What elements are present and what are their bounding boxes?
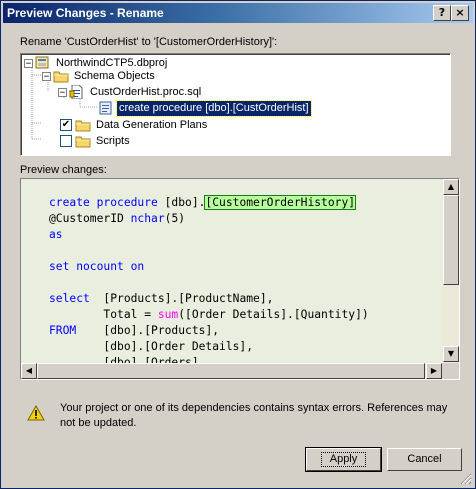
warning-icon (27, 405, 45, 421)
resize-grip-icon[interactable] (460, 473, 472, 485)
cancel-button-label: Cancel (407, 453, 442, 465)
sql-file-icon (69, 85, 83, 99)
rename-label: Rename 'CustOrderHist' to '[CustomerOrde… (20, 36, 278, 48)
preview-changes-dialog: Preview Changes - Rename ? × Rename 'Cus… (0, 0, 476, 489)
horizontal-scrollbar[interactable]: ◀ ▶ (21, 363, 442, 379)
tree-node-label: CustOrderHist.proc.sql (90, 85, 202, 98)
tree-node-create-procedure[interactable]: create procedure [dbo].[CustOrderHist] (98, 99, 312, 117)
scroll-left-arrow-icon[interactable]: ◀ (21, 363, 37, 379)
code-preview[interactable]: create procedure [dbo].[CustomerOrderHis… (20, 178, 460, 380)
scroll-down-arrow-icon[interactable]: ▼ (443, 346, 459, 362)
scroll-right-arrow-icon[interactable]: ▶ (426, 363, 442, 379)
window-title: Preview Changes - Rename (7, 6, 164, 20)
code-keyword: set nocount on (49, 260, 145, 273)
title-bar[interactable]: Preview Changes - Rename ? × (3, 3, 473, 23)
scrollbar-corner (442, 363, 459, 379)
code-text-segment: [dbo]. (157, 196, 206, 209)
tree-node-schema-objects[interactable]: − Schema Objects (42, 68, 157, 84)
folder-icon (75, 136, 91, 148)
code-text: create procedure [dbo].[CustomerOrderHis… (49, 195, 369, 371)
collapse-toggle[interactable]: − (24, 58, 33, 68)
tree-node-custorderhist-file[interactable]: − CustOrderHist.proc.sql (58, 84, 203, 100)
warning-text: Your project or one of its dependencies … (60, 402, 448, 429)
scroll-up-arrow-icon[interactable]: ▲ (443, 179, 459, 195)
renamed-identifier-highlight: [CustomerOrderHistory] (204, 195, 357, 210)
code-text-segment: [Products].[ProductName], (89, 292, 274, 305)
code-text-segment: [dbo].[Products], (76, 324, 220, 337)
tree-node-label: Scripts (96, 134, 130, 147)
help-button[interactable]: ? (433, 5, 451, 21)
cancel-button[interactable]: Cancel (387, 448, 462, 471)
code-text-segment: [dbo].[Order Details], (49, 340, 254, 353)
code-function: sum (157, 308, 179, 321)
include-checkbox[interactable] (60, 135, 72, 147)
code-text-segment: Total = (49, 308, 158, 321)
tree-node-label: Data Generation Plans (96, 118, 208, 131)
code-keyword: create procedure (49, 196, 158, 209)
tree-node-data-generation-plans[interactable]: ✔ Data Generation Plans (60, 117, 209, 133)
code-keyword: select (49, 292, 90, 305)
collapse-toggle[interactable]: − (42, 71, 51, 81)
tree-node-scripts[interactable]: Scripts (60, 133, 132, 149)
vertical-scroll-thumb[interactable] (443, 195, 459, 285)
include-checkbox[interactable]: ✔ (60, 119, 72, 131)
folder-icon (53, 71, 69, 83)
folder-icon (75, 120, 91, 132)
apply-button[interactable]: Apply (305, 447, 382, 472)
tree-node-label: create procedure [dbo].[CustOrderHist] (116, 99, 312, 117)
apply-button-label: Apply (320, 452, 367, 467)
preview-changes-label: Preview changes: (20, 164, 107, 176)
code-keyword: nchar (130, 212, 165, 225)
horizontal-scroll-thumb[interactable] (37, 363, 425, 379)
procedure-icon (99, 101, 112, 115)
tree-node-label: Schema Objects (74, 69, 155, 82)
vertical-scrollbar[interactable]: ▲ ▼ (442, 179, 459, 362)
close-button[interactable]: × (451, 5, 469, 21)
collapse-toggle[interactable]: − (58, 87, 67, 97)
code-text-segment: @CustomerID (49, 212, 131, 225)
changes-tree[interactable]: − NorthwindCTP5.dbproj − Schema Objects … (20, 53, 451, 156)
code-keyword: FROM (49, 324, 77, 337)
code-text-segment: ([Order Details].[Quantity]) (178, 308, 369, 321)
code-keyword: as (49, 228, 63, 241)
code-text-segment: (5) (164, 212, 186, 225)
